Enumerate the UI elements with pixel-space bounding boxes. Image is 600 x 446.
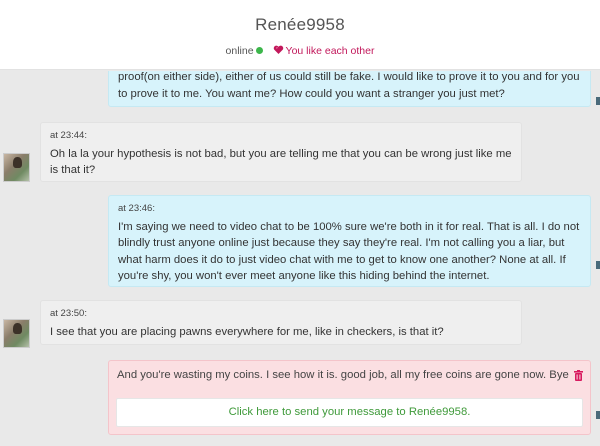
hearts-icon — [273, 45, 284, 58]
message-text: I see that you are placing pawns everywh… — [50, 325, 444, 338]
status-line: online You like each other — [0, 45, 600, 58]
mutual-like-text: You like each other — [285, 45, 375, 57]
contact-avatar[interactable] — [3, 319, 30, 348]
message-text: I'm saying we need to video chat to be 1… — [118, 220, 580, 283]
contact-avatar[interactable] — [3, 153, 30, 182]
send-message-button[interactable]: Click here to send your message to Renée… — [116, 398, 583, 427]
online-status: online — [225, 45, 254, 57]
scroll-edge-marker — [596, 261, 600, 269]
message-sent: at 23:46: I'm saying we need to video ch… — [108, 195, 591, 287]
message-text: proof(on either side), either of us coul… — [118, 71, 580, 100]
message-time: at 23:44: — [50, 130, 87, 141]
scroll-edge-marker — [596, 97, 600, 105]
message-time: at 23:50: — [50, 308, 87, 319]
message-time: at 23:46: — [118, 203, 155, 214]
contact-name[interactable]: Renée9958 — [0, 15, 600, 35]
trash-icon[interactable] — [574, 368, 583, 386]
draft-message-text: And you're wasting my coins. I see how i… — [117, 369, 569, 381]
scroll-edge-marker — [596, 411, 600, 419]
message-received: at 23:50: I see that you are placing paw… — [40, 300, 522, 345]
message-sent: proof(on either side), either of us coul… — [108, 71, 591, 107]
online-dot-icon — [255, 47, 263, 54]
chat-header: Renée9958 online You like each other — [0, 0, 600, 70]
message-text: Oh la la your hypothesis is not bad, but… — [50, 147, 512, 177]
coin-paywall-draft: And you're wasting my coins. I see how i… — [108, 360, 591, 435]
message-received: at 23:44: Oh la la your hypothesis is no… — [40, 122, 522, 182]
message-list[interactable]: proof(on either side), either of us coul… — [0, 71, 600, 446]
